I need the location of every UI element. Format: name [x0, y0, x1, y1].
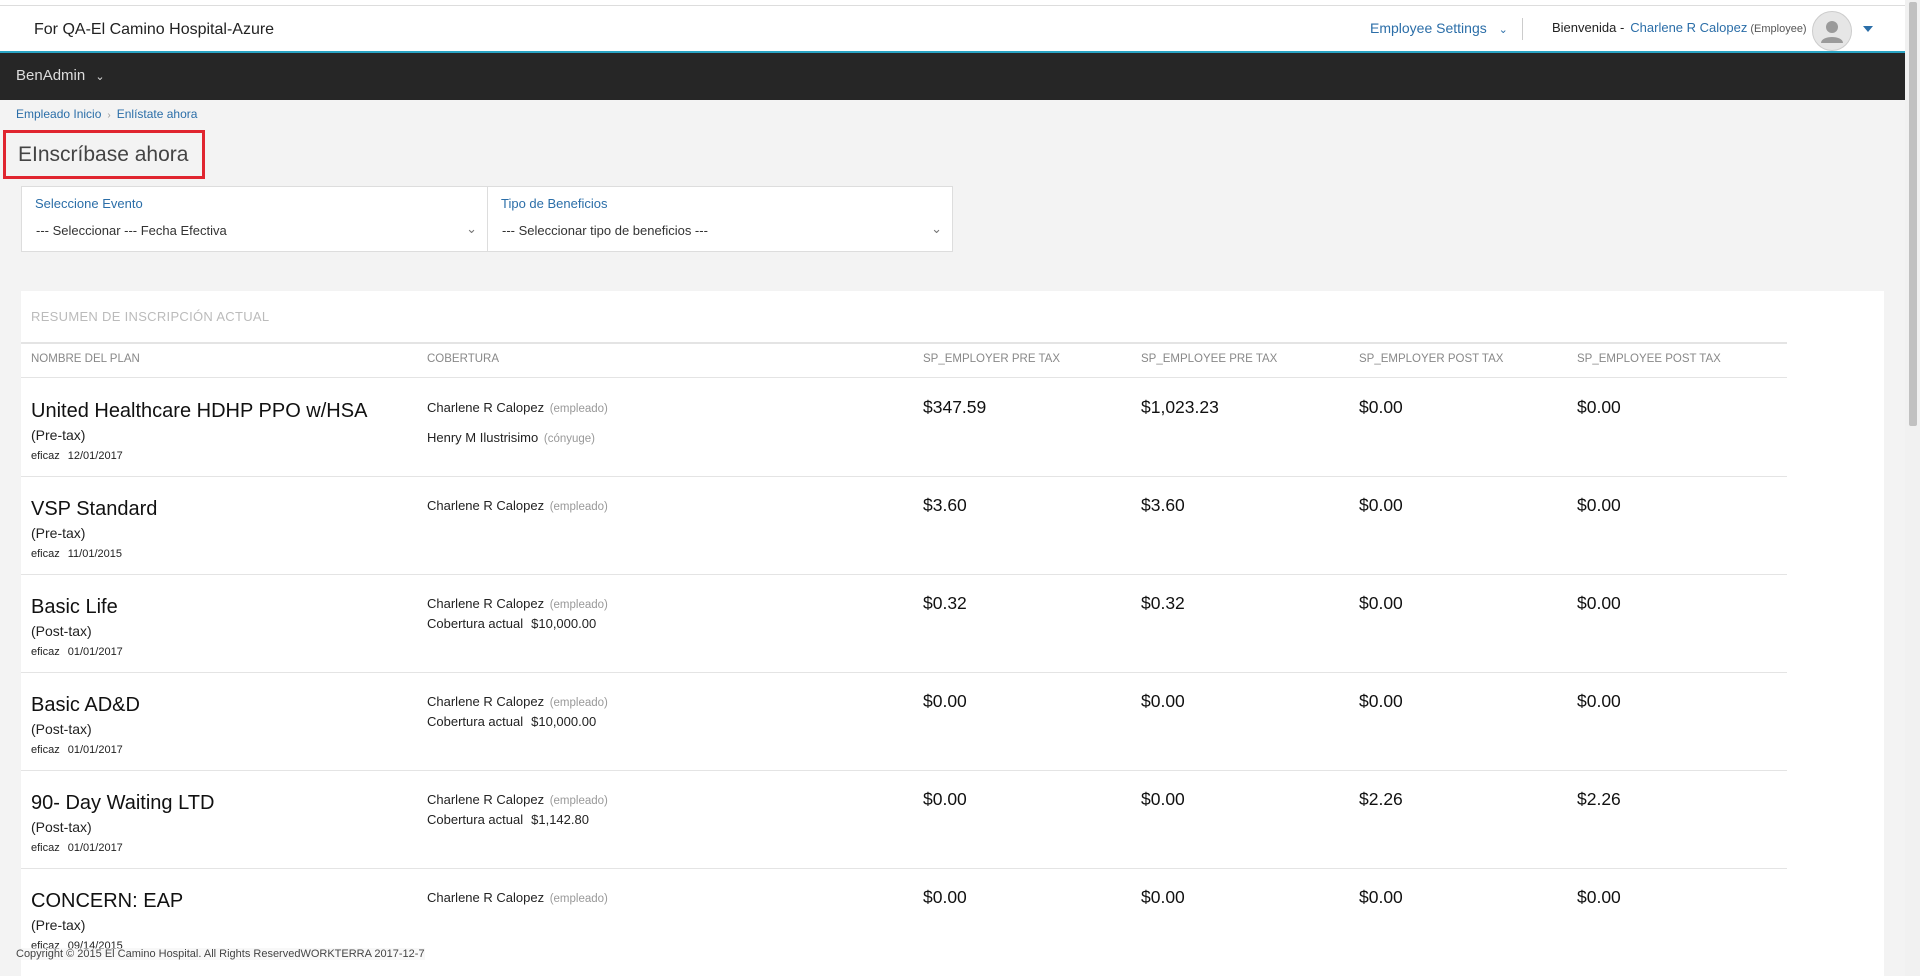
table-row: United Healthcare HDHP PPO w/HSA (Pre-ta… [21, 378, 1787, 477]
plan-tax-type: (Post-tax) [31, 819, 92, 835]
page-scrollbar[interactable] [1905, 0, 1920, 976]
employer-post-tax: $2.26 [1359, 789, 1403, 809]
plan-tax-type: (Post-tax) [31, 721, 92, 737]
summary-title: RESUMEN DE INSCRIPCIÓN ACTUAL [31, 309, 270, 324]
coverage-person: Charlene R Calopez (empleado) [427, 596, 608, 611]
app-header: For QA-El Camino Hospital-Azure Employee… [0, 6, 1905, 53]
employer-pre-tax: $0.32 [923, 593, 967, 613]
header-divider [1522, 18, 1523, 40]
table-row: Basic AD&D (Post-tax) eficaz 01/01/2017 C… [21, 672, 1787, 771]
coverage-person: Charlene R Calopez (empleado) [427, 792, 608, 807]
employee-post-tax: $0.00 [1577, 691, 1621, 711]
employee-post-tax: $0.00 [1577, 887, 1621, 907]
plan-name: Basic AD&D [31, 694, 140, 716]
breadcrumb-current[interactable]: Enlístate ahora [117, 107, 198, 121]
benefit-type-value: --- Seleccionar tipo de beneficios --- [502, 223, 708, 238]
chevron-down-icon: ⌄ [931, 221, 942, 236]
user-name-link[interactable]: Charlene R Calopez [1630, 20, 1747, 35]
table-row: VSP Standard (Pre-tax) eficaz 11/01/2015 … [21, 476, 1787, 575]
plan-name: 90- Day Waiting LTD [31, 792, 215, 814]
chevron-down-icon: ⌄ [95, 71, 105, 83]
employee-pre-tax: $3.60 [1141, 495, 1185, 515]
plan-effective: eficaz 12/01/2017 [31, 450, 123, 462]
col-header-coverage: COBERTURA [427, 353, 499, 365]
col-header-employee-pre: SP_EMPLOYEE PRE TAX [1141, 353, 1278, 365]
plan-name: CONCERN: EAP [31, 890, 184, 912]
select-event-label: Seleccione Evento [35, 196, 143, 211]
employer-post-tax: $0.00 [1359, 593, 1403, 613]
select-event-dropdown[interactable]: Seleccione Evento --- Seleccionar --- Fe… [22, 187, 488, 251]
employer-pre-tax: $3.60 [923, 495, 967, 515]
org-name: For QA-El Camino Hospital-Azure [34, 21, 275, 38]
nav-benadmin[interactable]: BenAdmin ⌄ [16, 67, 105, 84]
plan-effective: eficaz 01/01/2017 [31, 842, 123, 854]
employee-post-tax: $0.00 [1577, 495, 1621, 515]
coverage-person: Charlene R Calopez (empleado) [427, 694, 608, 709]
scrollbar-thumb[interactable] [1909, 2, 1917, 426]
benefit-type-label: Tipo de Beneficios [501, 196, 608, 211]
employer-post-tax: $0.00 [1359, 397, 1403, 417]
employee-pre-tax: $0.00 [1141, 789, 1185, 809]
benefit-type-dropdown[interactable]: Tipo de Beneficios --- Seleccionar tipo … [488, 187, 952, 251]
chevron-down-icon: ⌄ [1498, 24, 1508, 36]
plan-name: United Healthcare HDHP PPO w/HSA [31, 400, 368, 422]
breadcrumb-home[interactable]: Empleado Inicio [16, 107, 101, 121]
coverage-amount: Cobertura actual $10,000.00 [427, 714, 597, 729]
coverage-person: Henry M Ilustrisimo (cónyuge) [427, 430, 596, 445]
plan-tax-type: (Pre-tax) [31, 917, 86, 933]
select-event-value: --- Seleccionar --- Fecha Efectiva [36, 223, 227, 238]
breadcrumb-separator-icon: › [107, 110, 111, 121]
welcome-text: Bienvenida - Charlene R Calopez (Employee) [1552, 20, 1807, 35]
employee-post-tax: $0.00 [1577, 593, 1621, 613]
employer-pre-tax: $0.00 [923, 789, 967, 809]
employer-pre-tax: $0.00 [923, 887, 967, 907]
col-header-employee-post: SP_EMPLOYEE POST TAX [1577, 353, 1721, 365]
employee-settings-label: Employee Settings [1370, 20, 1487, 36]
coverage-amount: Cobertura actual $10,000.00 [427, 616, 597, 631]
table-row: 90- Day Waiting LTD (Post-tax) eficaz 01/… [21, 770, 1787, 869]
plan-effective: eficaz 01/01/2017 [31, 744, 123, 756]
plan-effective: eficaz 11/01/2015 [31, 548, 122, 560]
filters-panel: Seleccione Evento --- Seleccionar --- Fe… [21, 186, 953, 252]
welcome-label: Bienvenida - [1552, 20, 1625, 35]
employee-pre-tax: $0.00 [1141, 691, 1185, 711]
employer-post-tax: $0.00 [1359, 495, 1403, 515]
caret-down-icon[interactable] [1863, 26, 1873, 32]
breadcrumb: Empleado Inicio › Enlístate ahora [16, 107, 197, 121]
employee-pre-tax: $0.32 [1141, 593, 1185, 613]
page-title: EInscríbase ahora [18, 143, 189, 166]
plan-name: VSP Standard [31, 498, 158, 520]
table-row: Basic Life (Post-tax) eficaz 01/01/2017 C… [21, 574, 1787, 673]
page-title-highlight: EInscríbase ahora [3, 130, 205, 179]
employee-settings-menu[interactable]: Employee Settings ⌄ [1370, 20, 1508, 36]
user-role: (Employee) [1750, 23, 1807, 35]
coverage-amount: Cobertura actual $1,142.80 [427, 812, 589, 827]
user-avatar-icon[interactable] [1812, 11, 1852, 51]
employer-post-tax: $0.00 [1359, 691, 1403, 711]
coverage-person: Charlene R Calopez (empleado) [427, 498, 608, 513]
col-header-plan: NOMBRE DEL PLAN [31, 353, 140, 365]
employee-pre-tax: $0.00 [1141, 887, 1185, 907]
employer-post-tax: $0.00 [1359, 887, 1403, 907]
chevron-down-icon: ⌄ [466, 221, 477, 236]
plan-tax-type: (Pre-tax) [31, 427, 86, 443]
employee-post-tax: $2.26 [1577, 789, 1621, 809]
employer-pre-tax: $0.00 [923, 691, 967, 711]
employee-post-tax: $0.00 [1577, 397, 1621, 417]
coverage-person: Charlene R Calopez (empleado) [427, 400, 608, 415]
employee-pre-tax: $1,023.23 [1141, 397, 1219, 417]
col-header-employer-post: SP_EMPLOYER POST TAX [1359, 353, 1504, 365]
footer-copyright: Copyright © 2015 El Camino Hospital. All… [16, 948, 425, 960]
nav-benadmin-label: BenAdmin [16, 67, 86, 84]
main-navbar: BenAdmin ⌄ [0, 53, 1905, 100]
plan-tax-type: (Pre-tax) [31, 525, 86, 541]
plan-effective: eficaz 01/01/2017 [31, 646, 123, 658]
enrollment-summary: RESUMEN DE INSCRIPCIÓN ACTUAL NOMBRE DEL… [21, 291, 1884, 976]
employer-pre-tax: $347.59 [923, 397, 987, 417]
plan-name: Basic Life [31, 596, 118, 618]
plan-tax-type: (Post-tax) [31, 623, 92, 639]
coverage-person: Charlene R Calopez (empleado) [427, 890, 608, 905]
col-header-employer-pre: SP_EMPLOYER PRE TAX [923, 353, 1060, 365]
summary-divider [21, 342, 1787, 344]
